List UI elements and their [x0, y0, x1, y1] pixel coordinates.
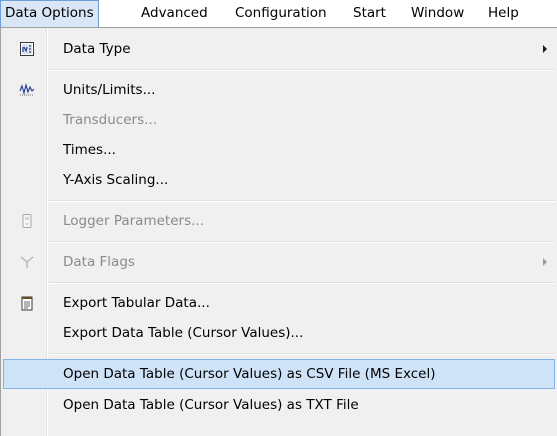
menu-item-units-limits[interactable]: Units/Limits... — [3, 75, 555, 105]
menu-item-open-csv[interactable]: Open Data Table (Cursor Values) as CSV F… — [3, 359, 555, 389]
submenu-arrow-icon — [543, 258, 547, 266]
separator — [49, 69, 555, 71]
menu-item-label: Open Data Table (Cursor Values) as TXT F… — [63, 397, 359, 413]
separator — [49, 200, 555, 202]
menu-configuration[interactable]: Configuration — [231, 0, 331, 27]
menu-item-label: Data Flags — [63, 254, 135, 270]
menu-item-logger-parameters: Logger Parameters... — [3, 206, 555, 236]
menu-item-data-flags: Data Flags — [3, 247, 555, 277]
menu-item-open-txt[interactable]: Open Data Table (Cursor Values) as TXT F… — [3, 390, 555, 420]
menu-item-label: Units/Limits... — [63, 82, 156, 98]
menu-item-label: Y-Axis Scaling... — [63, 172, 169, 188]
separator — [49, 282, 555, 284]
menu-start[interactable]: Start — [349, 0, 390, 27]
menu-bar: Data Options Advanced Configuration Star… — [0, 0, 557, 28]
submenu-arrow-icon — [543, 45, 547, 53]
menu-item-export-data-table[interactable]: Export Data Table (Cursor Values)... — [3, 318, 555, 348]
menu-window[interactable]: Window — [407, 0, 468, 27]
menu-item-data-type[interactable]: Data Type — [3, 34, 555, 64]
menu-item-label: Export Tabular Data... — [63, 295, 210, 311]
menu-item-label: Open Data Table (Cursor Values) as CSV F… — [63, 366, 436, 382]
menu-item-transducers: Transducers... — [3, 105, 555, 135]
data-type-icon — [20, 42, 34, 56]
menu-item-export-tabular-data[interactable]: Export Tabular Data... — [3, 288, 555, 318]
menu-item-y-axis-scaling[interactable]: Y-Axis Scaling... — [3, 165, 555, 195]
menu-item-label: Data Type — [63, 41, 131, 57]
menu-item-times[interactable]: Times... — [3, 135, 555, 165]
data-options-dropdown: Data Type Units/Limits... Transducers...… — [0, 27, 557, 436]
menu-item-label: Times... — [63, 142, 116, 158]
notepad-icon — [21, 296, 33, 311]
menu-advanced[interactable]: Advanced — [137, 0, 212, 27]
separator — [49, 353, 555, 355]
menu-item-label: Export Data Table (Cursor Values)... — [63, 325, 304, 341]
menu-item-label: Transducers... — [63, 112, 157, 128]
waveform-icon — [19, 82, 35, 96]
separator — [49, 241, 555, 243]
flag-icon — [20, 256, 34, 268]
logger-icon — [22, 214, 32, 228]
menu-data-options[interactable]: Data Options — [0, 0, 99, 28]
menu-help[interactable]: Help — [484, 0, 523, 27]
menu-item-label: Logger Parameters... — [63, 213, 204, 229]
